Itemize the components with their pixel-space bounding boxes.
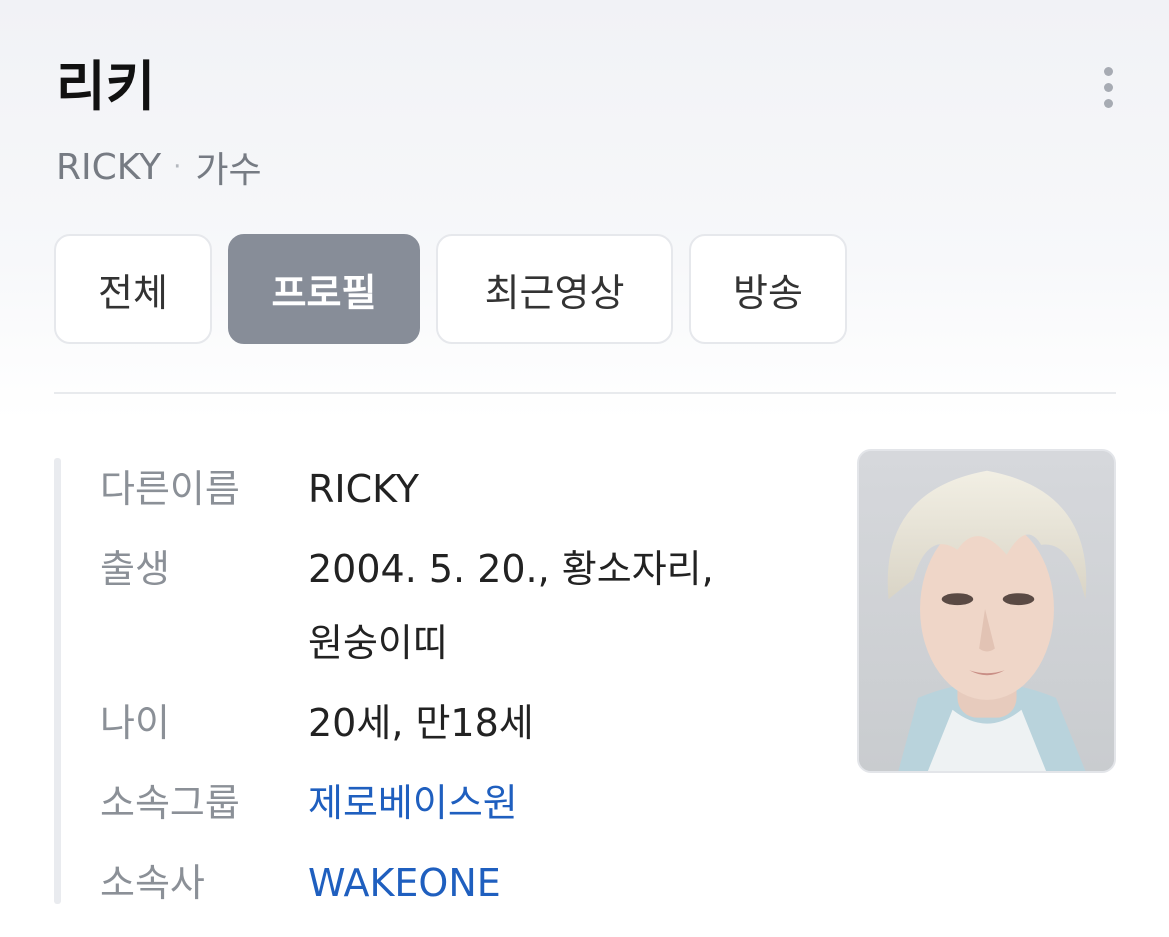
tab-all[interactable]: 전체 <box>54 234 212 344</box>
info-label: 다른이름 <box>100 467 240 511</box>
agency-link[interactable]: WAKEONE <box>308 846 501 920</box>
tab-recent-videos[interactable]: 최근영상 <box>436 234 673 344</box>
page-title: 리키 <box>56 55 156 118</box>
info-accent-bar <box>54 458 61 904</box>
more-vertical-icon <box>1103 66 1113 76</box>
tab-profile[interactable]: 프로필 <box>228 234 420 344</box>
subtitle-english-name: RICKY <box>56 146 162 188</box>
subtitle: RICKY · 가수 <box>56 142 262 192</box>
profile-photo[interactable] <box>857 449 1116 773</box>
info-value-line: 원숭이띠 <box>308 621 448 666</box>
subtitle-separator: · <box>173 152 182 182</box>
info-row-group: 소속그룹 제로베이스원 <box>100 766 800 840</box>
info-row-birth: 출생 2004. 5. 20., 황소자리, 원숭이띠 <box>100 532 800 680</box>
subtitle-role: 가수 <box>195 150 262 191</box>
info-value-line: 2004. 5. 20., 황소자리, <box>308 547 714 592</box>
info-label: 소속사 <box>100 861 205 906</box>
info-row-age: 나이 20세, 만18세 <box>100 686 800 760</box>
info-label: 출생 <box>100 547 170 592</box>
divider <box>54 392 1116 394</box>
info-row-alias: 다른이름 RICKY <box>100 452 800 526</box>
tab-broadcast[interactable]: 방송 <box>689 234 847 344</box>
info-value: 2004. 5. 20., 황소자리, 원숭이띠 <box>308 532 714 680</box>
info-value: RICKY <box>308 467 419 511</box>
info-label: 소속그룹 <box>100 781 240 826</box>
group-link[interactable]: 제로베이스원 <box>308 766 518 840</box>
profile-info-list: 다른이름 RICKY 출생 2004. 5. 20., 황소자리, 원숭이띠 나… <box>100 452 800 927</box>
tab-bar: 전체 프로필 최근영상 방송 <box>54 234 847 344</box>
info-value: 20세, 만18세 <box>308 701 534 746</box>
portrait-image <box>859 451 1114 771</box>
more-options-button[interactable] <box>1088 62 1128 112</box>
info-row-agency: 소속사 WAKEONE <box>100 846 800 920</box>
info-label: 나이 <box>100 701 170 746</box>
